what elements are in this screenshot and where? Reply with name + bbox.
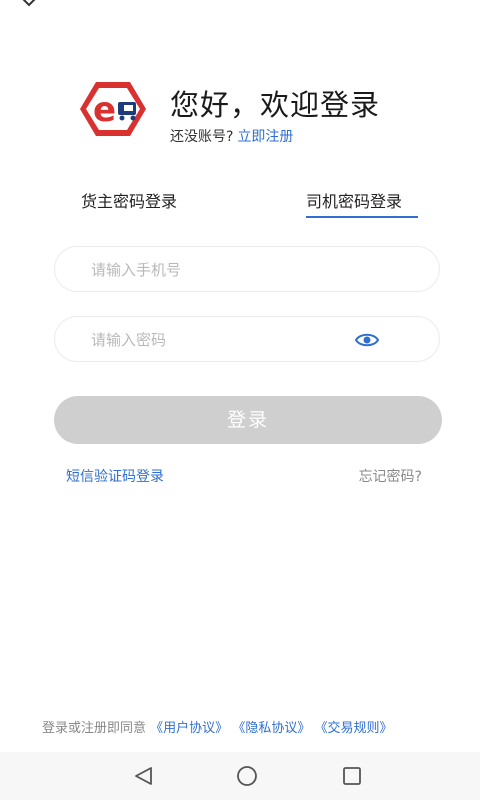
page-title: 您好，欢迎登录 bbox=[170, 88, 381, 122]
register-link[interactable]: 立即注册 bbox=[237, 129, 293, 145]
circle-home-icon[interactable] bbox=[235, 765, 259, 787]
privacy-agreement-link[interactable]: 《隐私协议》 bbox=[232, 721, 310, 736]
trade-rules-link[interactable]: 《交易规则》 bbox=[314, 721, 392, 736]
agreement-prefix: 登录或注册即同意 bbox=[42, 721, 147, 736]
header: e 您好，欢迎登录 还没账号? 立即注册 bbox=[80, 80, 460, 150]
login-type-tabs: 货主密码登录 司机密码登录 bbox=[0, 188, 480, 228]
system-nav-bar bbox=[0, 752, 480, 800]
tab-driver-password-login[interactable]: 司机密码登录 bbox=[306, 188, 402, 212]
login-screen: e 您好，欢迎登录 还没账号?立即注册 货主密码登录 司机密码登录 登录 短信验… bbox=[0, 0, 480, 800]
sms-login-link[interactable]: 短信验证码登录 bbox=[66, 466, 164, 486]
back-arrow-icon[interactable] bbox=[18, 0, 40, 8]
login-button[interactable]: 登录 bbox=[54, 396, 442, 444]
user-agreement-link[interactable]: 《用户协议》 bbox=[150, 721, 228, 736]
no-account-text: 还没账号? bbox=[170, 129, 234, 145]
password-input[interactable] bbox=[89, 317, 373, 363]
triangle-back-icon[interactable] bbox=[131, 765, 155, 787]
svg-text:e: e bbox=[93, 90, 116, 130]
active-tab-indicator bbox=[306, 216, 418, 218]
forgot-password-link[interactable]: 忘记密码? bbox=[359, 466, 422, 486]
eye-icon[interactable] bbox=[355, 331, 379, 349]
phone-field[interactable] bbox=[54, 246, 440, 293]
register-prompt: 还没账号? 立即注册 bbox=[170, 126, 293, 146]
password-field[interactable] bbox=[54, 316, 440, 363]
phone-input[interactable] bbox=[89, 247, 373, 293]
company-logo: e bbox=[80, 82, 146, 136]
tab-shipper-password-login[interactable]: 货主密码登录 bbox=[81, 188, 177, 212]
square-recent-icon[interactable] bbox=[340, 765, 364, 787]
agreement-text: 登录或注册即同意 《用户协议》 《隐私协议》 《交易规则》 bbox=[42, 717, 392, 736]
